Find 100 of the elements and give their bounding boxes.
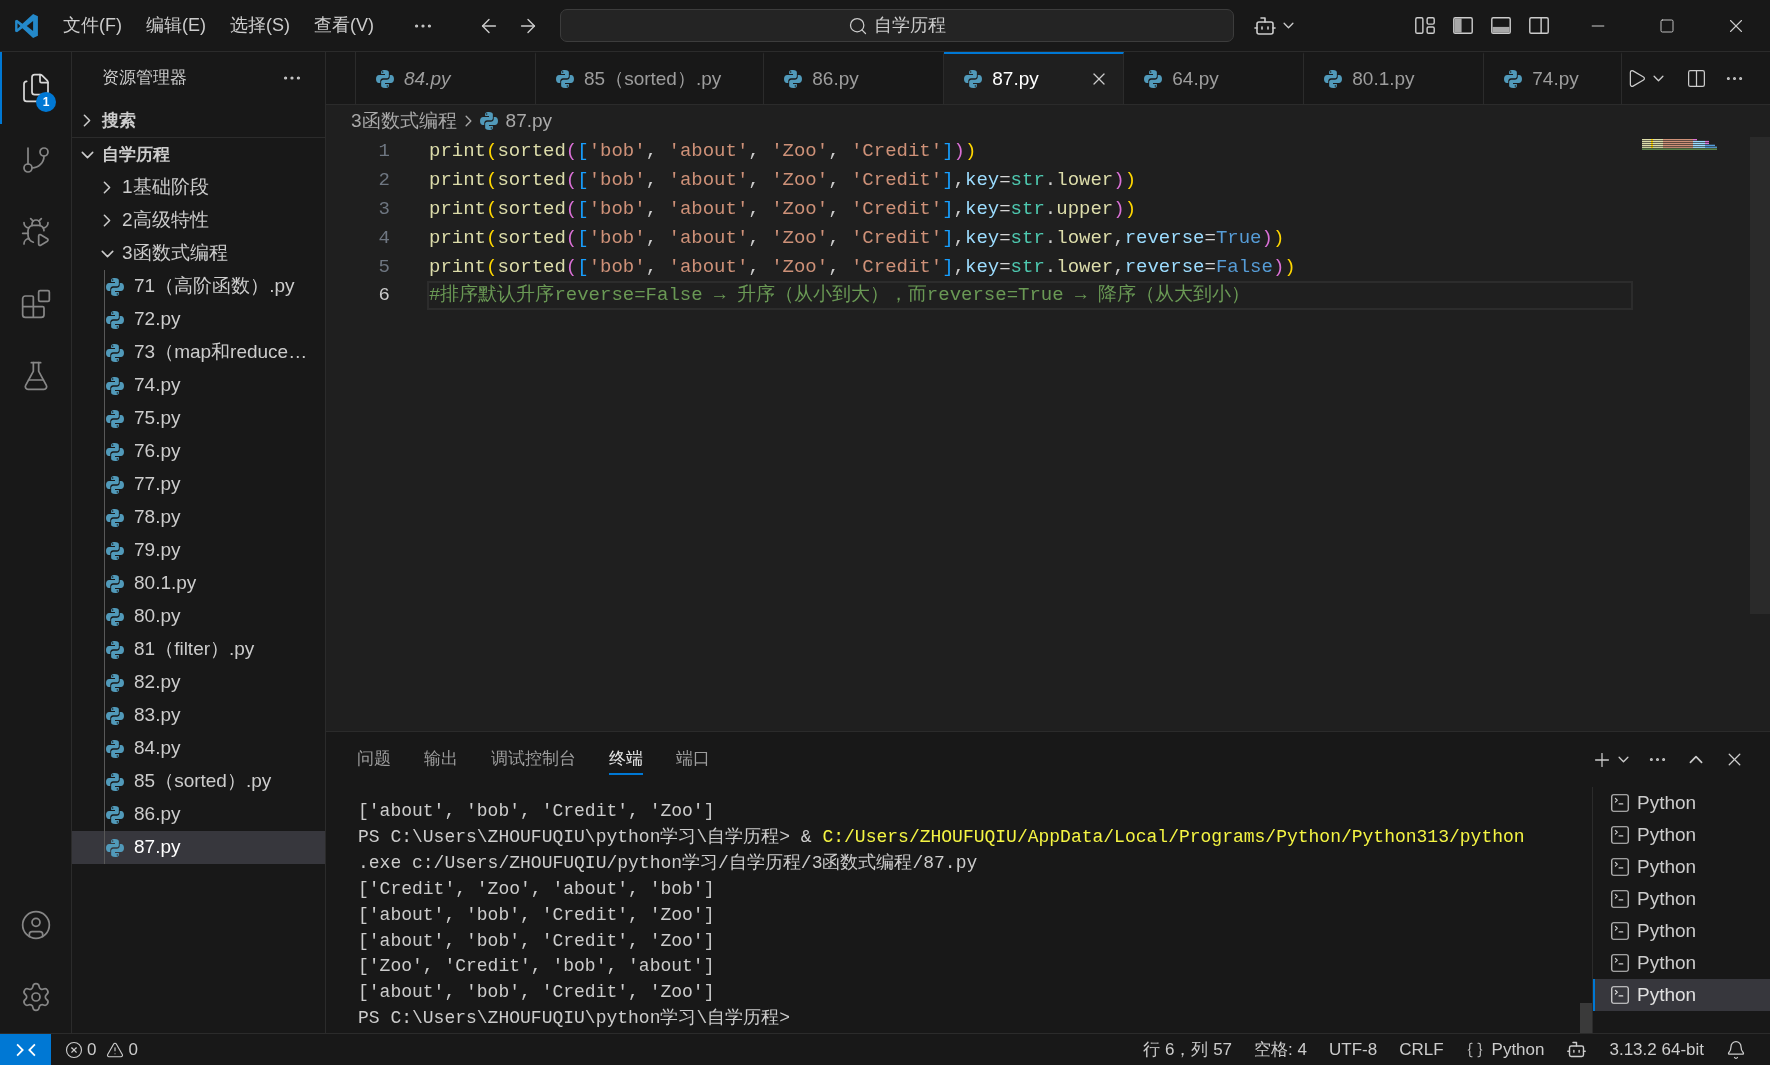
- bot-icon[interactable]: [1566, 1039, 1588, 1060]
- terminal-line: ['Credit', 'Zoo', 'about', 'bob']: [358, 877, 715, 901]
- python-file-icon: [106, 574, 124, 593]
- folder-item[interactable]: 1基础阶段: [72, 171, 325, 204]
- panel-tab[interactable]: 调试控制台: [491, 744, 576, 775]
- python-file-icon: [106, 508, 124, 527]
- chevron-down-icon[interactable]: [1618, 756, 1629, 763]
- chevron-up-icon[interactable]: [1689, 755, 1703, 764]
- folder-item[interactable]: 2高级特性: [72, 204, 325, 237]
- braces-icon: [1465, 1040, 1484, 1059]
- terminal-session-item[interactable]: Python: [1593, 947, 1770, 979]
- line-number: 5: [378, 254, 390, 279]
- warning-count: 0: [128, 1038, 138, 1061]
- editor-tab[interactable]: 64.py: [1124, 52, 1305, 104]
- file-item[interactable]: 72.py: [72, 303, 325, 336]
- panel-bottom-icon[interactable]: [1491, 17, 1511, 34]
- remote-button[interactable]: [0, 1034, 51, 1065]
- section-header[interactable]: 搜索: [72, 104, 325, 137]
- panel-tab[interactable]: 问题: [357, 744, 391, 775]
- terminal-session-item[interactable]: Python: [1593, 979, 1770, 1011]
- editor-tab[interactable]: 87.py: [944, 52, 1125, 104]
- problems-button[interactable]: 0 0: [63, 1034, 140, 1065]
- terminal-line: ['about', 'bob', 'Credit', 'Zoo']: [358, 800, 715, 823]
- python-file-icon: [106, 409, 124, 428]
- chevron-down-icon: [80, 150, 94, 159]
- file-item[interactable]: 77.py: [72, 468, 325, 501]
- python-file-icon: [106, 673, 124, 692]
- folder-item[interactable]: 3函数式编程: [72, 237, 325, 270]
- terminal-session-item[interactable]: Python: [1593, 851, 1770, 883]
- scrollbar-thumb[interactable]: [1580, 1003, 1592, 1033]
- panel-tab[interactable]: 输出: [424, 744, 458, 775]
- panel-tab[interactable]: 终端: [609, 744, 643, 775]
- terminal-session-item[interactable]: Python: [1593, 787, 1770, 819]
- python-file-icon: [784, 70, 803, 88]
- section-header[interactable]: 自学历程: [72, 138, 325, 171]
- status-item[interactable]: UTF-8: [1328, 1036, 1378, 1063]
- python-file-icon: [106, 343, 124, 362]
- file-item[interactable]: 78.py: [72, 501, 325, 534]
- python-file-icon: [106, 277, 124, 296]
- breadcrumb-item[interactable]: 3函数式编程: [351, 106, 457, 136]
- terminal-line: ['about', 'bob', 'Credit', 'Zoo']: [358, 929, 715, 953]
- editor-tab[interactable]: 85（sorted）.py: [536, 52, 765, 104]
- terminal-icon: [1609, 792, 1631, 814]
- sidebar-left-icon[interactable]: [1453, 17, 1473, 34]
- python-file-icon: [106, 607, 124, 626]
- editor-tab[interactable]: 80.1.py: [1304, 52, 1485, 104]
- language-button[interactable]: Python: [1465, 1036, 1545, 1063]
- file-item[interactable]: 80.1.py: [72, 567, 325, 600]
- terminal-session-item[interactable]: Python: [1593, 819, 1770, 851]
- file-item[interactable]: 74.py: [72, 369, 325, 402]
- layout-icon[interactable]: [1415, 17, 1435, 34]
- chevron-down-icon[interactable]: [1283, 22, 1294, 29]
- breadcrumb-item[interactable]: 87.py: [479, 106, 553, 136]
- line-number: 2: [378, 168, 390, 193]
- file-item[interactable]: 85（sorted）.py: [72, 765, 325, 798]
- menu-item[interactable]: 文件(F): [52, 8, 133, 43]
- sidebar-right-icon[interactable]: [1529, 17, 1549, 34]
- file-item[interactable]: 81（filter）.py: [72, 633, 325, 666]
- status-item[interactable]: 行 6，列 57: [1143, 1036, 1233, 1063]
- line-number: 3: [378, 197, 390, 221]
- python-file-icon: [1324, 70, 1343, 88]
- terminal-line: PS C:\Users\ZHOUFUQIU\python学习\自学历程> & C:/Users/ZHOUFUQIU/AppData/Local/Programs/Python/Python313/python: [358, 825, 1525, 849]
- file-item[interactable]: 76.py: [72, 435, 325, 468]
- error-icon: [65, 1040, 83, 1059]
- chevron-right-icon: [83, 114, 91, 127]
- editor-tab[interactable]: 74.py: [1484, 52, 1622, 104]
- menu-item[interactable]: 选择(S): [219, 8, 301, 43]
- bug-play-icon[interactable]: [19, 216, 52, 248]
- file-item[interactable]: 86.py: [72, 798, 325, 831]
- file-item[interactable]: 80.py: [72, 600, 325, 633]
- file-item[interactable]: 73（map和reduce…: [72, 336, 325, 369]
- search-field[interactable]: 自学历程: [560, 9, 1234, 42]
- account-icon[interactable]: [19, 909, 52, 941]
- editor-tab[interactable]: 84.py: [356, 52, 536, 104]
- terminal-icon: [1609, 888, 1631, 910]
- file-item[interactable]: 84.py: [72, 732, 325, 765]
- menu-item[interactable]: 查看(V): [303, 8, 385, 43]
- panel-tab[interactable]: 端口: [676, 744, 710, 775]
- file-item[interactable]: 75.py: [72, 402, 325, 435]
- app-logo-icon: [14, 13, 38, 38]
- python-file-icon: [556, 70, 574, 88]
- terminal-session-item[interactable]: Python: [1593, 883, 1770, 915]
- terminal-session-item[interactable]: Python: [1593, 915, 1770, 947]
- bell-icon[interactable]: [1726, 1039, 1746, 1060]
- blocks-icon[interactable]: [19, 288, 52, 320]
- chevron-down-icon[interactable]: [1653, 74, 1664, 82]
- status-item[interactable]: 3.13.2 64-bit: [1609, 1036, 1704, 1063]
- terminal-line: ['Zoo', 'Credit', 'bob', 'about']: [358, 955, 715, 979]
- file-item[interactable]: 71（高阶函数）.py: [72, 270, 325, 303]
- file-item[interactable]: 82.py: [72, 666, 325, 699]
- file-item[interactable]: 87.py: [72, 831, 325, 864]
- chevron-right-icon: [103, 214, 111, 227]
- file-item[interactable]: 83.py: [72, 699, 325, 732]
- split-editor-icon[interactable]: [1686, 67, 1707, 89]
- line-number: 1: [378, 139, 390, 164]
- status-item[interactable]: CRLF: [1399, 1036, 1444, 1063]
- status-item[interactable]: 空格: 4: [1254, 1036, 1307, 1063]
- file-item[interactable]: 79.py: [72, 534, 325, 567]
- maximize-icon[interactable]: [1658, 17, 1675, 34]
- menu-item[interactable]: 编辑(E): [135, 8, 217, 43]
